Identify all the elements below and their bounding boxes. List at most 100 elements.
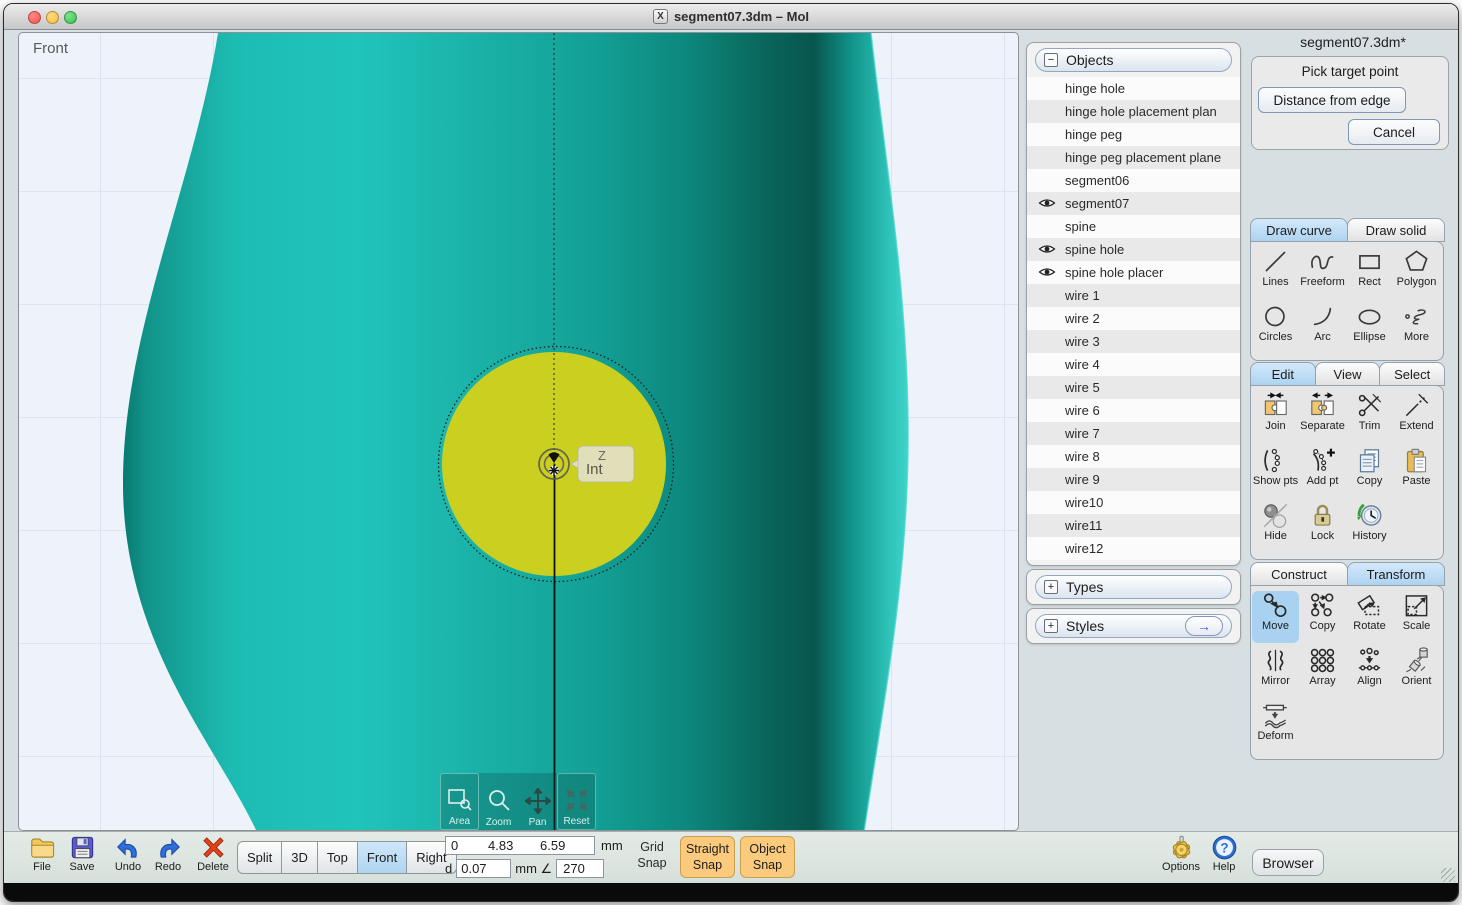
zoom-icon <box>488 790 510 811</box>
object-snap-toggle[interactable]: Object Snap <box>740 836 795 878</box>
object-list-item[interactable]: spine hole placer <box>1027 261 1240 284</box>
view-front-button[interactable]: Front <box>357 841 408 874</box>
cancel-button[interactable]: Cancel <box>1348 119 1440 145</box>
tool-lock[interactable]: Lock <box>1299 501 1346 553</box>
resize-grip[interactable] <box>1441 868 1455 882</box>
reset-view-button[interactable]: Reset <box>557 773 596 830</box>
tool-deform[interactable]: Deform <box>1252 701 1299 753</box>
styles-header[interactable]: + Styles → <box>1035 614 1232 638</box>
collapse-icon[interactable]: − <box>1044 53 1058 67</box>
tab-construct[interactable]: Construct <box>1250 562 1348 586</box>
angle-input[interactable]: 270 <box>556 859 605 878</box>
tool-move[interactable]: Move <box>1252 591 1299 643</box>
objects-header[interactable]: − Objects <box>1035 48 1232 72</box>
save-button[interactable]: Save <box>64 832 100 873</box>
tab-draw-curve[interactable]: Draw curve <box>1250 218 1348 242</box>
object-list-item[interactable]: wire 1 <box>1027 284 1240 307</box>
view-split-button[interactable]: Split <box>237 841 283 874</box>
tool-orient[interactable]: Orient <box>1393 646 1440 698</box>
object-list-item[interactable]: wire 9 <box>1027 468 1240 491</box>
object-list-item[interactable]: wire 5 <box>1027 376 1240 399</box>
object-list-item[interactable]: hinge hole <box>1027 77 1240 100</box>
redo-button[interactable]: Redo <box>148 832 188 873</box>
tool-trim[interactable]: Trim <box>1346 391 1393 443</box>
tool-polygon[interactable]: Polygon <box>1393 247 1440 299</box>
object-list-item[interactable]: wire 3 <box>1027 330 1240 353</box>
object-list-item[interactable]: segment06 <box>1027 169 1240 192</box>
object-list-item[interactable]: wire11 <box>1027 514 1240 537</box>
object-list-item[interactable]: wire12 <box>1027 537 1240 560</box>
object-list-item[interactable]: hinge peg <box>1027 123 1240 146</box>
tool-show-pts[interactable]: Show pts <box>1252 446 1299 498</box>
area-icon <box>447 789 472 811</box>
distance-input[interactable]: 0.07 <box>456 859 512 878</box>
visibility-eye-icon[interactable] <box>1038 196 1056 210</box>
orient-icon <box>1406 647 1428 673</box>
object-list-item[interactable]: hinge peg placement plane <box>1027 146 1240 169</box>
visibility-eye-icon[interactable] <box>1038 242 1056 256</box>
undo-button[interactable]: Undo <box>108 832 148 873</box>
visibility-eye-icon[interactable] <box>1038 265 1056 279</box>
view-top-button[interactable]: Top <box>317 841 358 874</box>
grid-snap-toggle[interactable]: Grid Snap <box>628 839 676 872</box>
tool-history[interactable]: History <box>1346 501 1393 553</box>
tool-mirror[interactable]: Mirror <box>1252 646 1299 698</box>
types-header[interactable]: + Types <box>1035 575 1232 599</box>
straight-snap-toggle[interactable]: Straight Snap <box>680 836 735 878</box>
object-list-item[interactable]: spine <box>1027 215 1240 238</box>
object-list-item[interactable]: wire10 <box>1027 491 1240 514</box>
tool-join[interactable]: Join <box>1252 391 1299 443</box>
styles-arrow-button[interactable]: → <box>1185 616 1223 636</box>
tool-more[interactable]: More <box>1393 302 1440 354</box>
area-zoom-button[interactable]: Area <box>440 773 479 830</box>
zoom-button-viewport[interactable]: Zoom <box>479 773 518 830</box>
tool-rect[interactable]: Rect <box>1346 247 1393 299</box>
tool-copy-transform[interactable]: Copy <box>1299 591 1346 643</box>
tool-add-pt[interactable]: Add pt <box>1299 446 1346 498</box>
object-list-item[interactable]: segment07 <box>1027 192 1240 215</box>
tab-draw-solid[interactable]: Draw solid <box>1347 218 1445 242</box>
tool-lines[interactable]: Lines <box>1252 247 1299 299</box>
tab-transform[interactable]: Transform <box>1347 562 1445 586</box>
object-list-item[interactable]: wire 6 <box>1027 399 1240 422</box>
close-button[interactable] <box>28 11 41 24</box>
view-3d-button[interactable]: 3D <box>282 841 318 874</box>
viewport-canvas[interactable]: Front Z Int Area Zoom Pan Reset <box>18 32 1019 831</box>
tool-extend[interactable]: Extend <box>1393 391 1440 443</box>
delete-button[interactable]: Delete <box>190 832 236 873</box>
object-list-item[interactable]: hinge hole placement plan <box>1027 100 1240 123</box>
tool-align[interactable]: Align <box>1346 646 1393 698</box>
tab-view[interactable]: View <box>1314 362 1381 386</box>
tool-rotate[interactable]: Rotate <box>1346 591 1393 643</box>
tab-select[interactable]: Select <box>1379 362 1446 386</box>
pan-button[interactable]: Pan <box>518 773 557 830</box>
title-bar[interactable]: X segment07.3dm – MoI <box>4 4 1458 30</box>
xyz-coordinate-input[interactable]: 0 4.83 6.59 <box>445 836 595 855</box>
tool-separate[interactable]: Separate <box>1299 391 1346 443</box>
object-list-item[interactable]: spine hole <box>1027 238 1240 261</box>
tool-copy-edit[interactable]: Copy <box>1346 446 1393 498</box>
expand-icon[interactable]: + <box>1044 580 1058 594</box>
tool-hide[interactable]: Hide <box>1252 501 1299 553</box>
tool-array[interactable]: Array <box>1299 646 1346 698</box>
file-button[interactable]: File <box>24 832 60 873</box>
options-button[interactable]: Options <box>1158 832 1204 873</box>
tool-arc[interactable]: Arc <box>1299 302 1346 354</box>
tool-freeform[interactable]: Freeform <box>1299 247 1346 299</box>
zoom-button[interactable] <box>64 11 77 24</box>
distance-from-edge-button[interactable]: Distance from edge <box>1258 87 1406 113</box>
object-list-item[interactable]: wire 7 <box>1027 422 1240 445</box>
object-list-item[interactable]: wire 2 <box>1027 307 1240 330</box>
tool-circles[interactable]: Circles <box>1252 302 1299 354</box>
tool-ellipse[interactable]: Ellipse <box>1346 302 1393 354</box>
tab-edit[interactable]: Edit <box>1250 362 1316 386</box>
tool-paste[interactable]: Paste <box>1393 446 1440 498</box>
minimize-button[interactable] <box>46 11 59 24</box>
object-list-item[interactable]: wire 4 <box>1027 353 1240 376</box>
object-list-item[interactable]: wire 8 <box>1027 445 1240 468</box>
browser-button[interactable]: Browser <box>1252 849 1324 876</box>
expand-icon[interactable]: + <box>1044 619 1058 633</box>
help-button[interactable]: ? Help <box>1206 832 1242 873</box>
tool-scale[interactable]: Scale <box>1393 591 1440 643</box>
window-title-text: segment07.3dm – MoI <box>673 9 810 24</box>
